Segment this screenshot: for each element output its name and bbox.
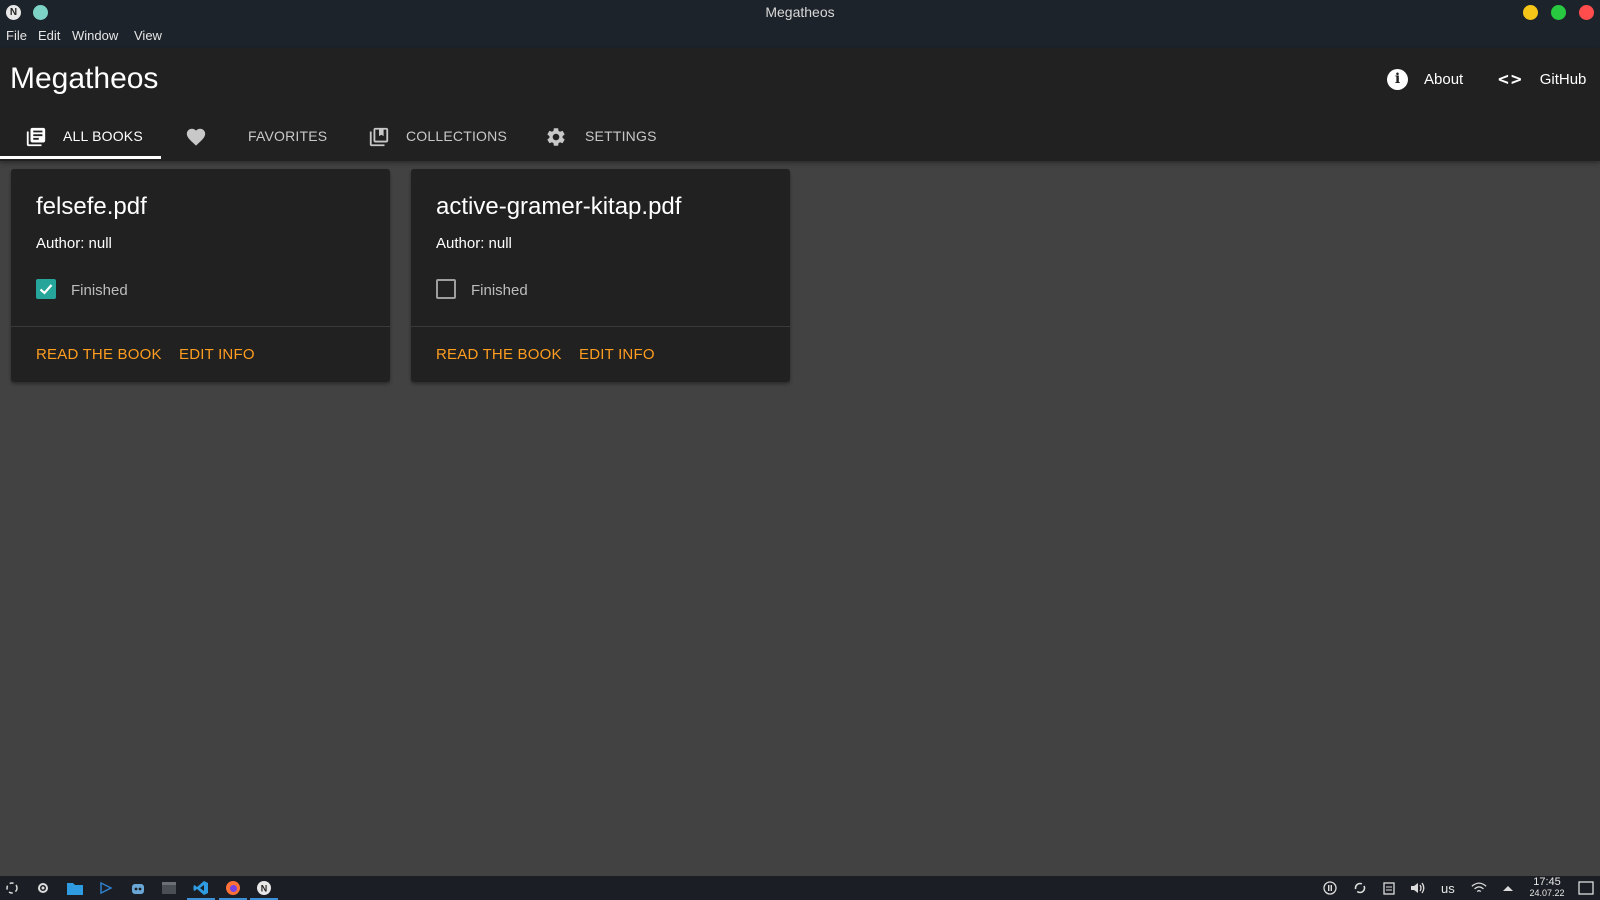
edit-info-button[interactable]: EDIT INFO	[179, 346, 255, 363]
tab-favorites-label: FAVORITES	[248, 128, 328, 144]
tab-settings-label: SETTINGS	[585, 128, 657, 144]
app-title: Megatheos	[10, 62, 159, 95]
menu-window[interactable]: Window	[72, 28, 118, 43]
edit-info-button[interactable]: EDIT INFO	[579, 346, 655, 363]
svg-text:N: N	[261, 884, 268, 894]
checkmark-icon	[39, 284, 53, 295]
clock-time: 17:45	[1533, 876, 1561, 888]
card-divider	[411, 326, 790, 327]
menu-view[interactable]: View	[134, 28, 162, 43]
about-label: About	[1424, 71, 1464, 88]
tab-all-books[interactable]: ALL BOOKS	[0, 114, 161, 161]
book-author: Author: null	[436, 235, 512, 252]
github-link[interactable]: <> GitHub	[1498, 69, 1586, 90]
card-divider	[11, 326, 390, 327]
system-taskbar: N us 17:45 24.07.22	[0, 876, 1600, 900]
finished-label: Finished	[471, 282, 528, 299]
firefox-icon[interactable]	[225, 880, 241, 896]
active-tab-indicator	[0, 156, 161, 159]
library-books-icon	[25, 126, 47, 153]
about-link[interactable]: i About	[1387, 69, 1463, 90]
clipboard-icon[interactable]	[1381, 880, 1397, 896]
keyboard-layout[interactable]: us	[1441, 881, 1455, 896]
system-clock[interactable]: 17:45 24.07.22	[1526, 876, 1568, 899]
discover-icon[interactable]	[98, 880, 114, 896]
finished-checkbox[interactable]	[436, 279, 456, 299]
book-title: active-gramer-kitap.pdf	[436, 193, 682, 220]
volume-icon[interactable]	[1410, 880, 1426, 896]
app-header: Megatheos i About <> GitHub ALL BOOKS FA…	[0, 48, 1600, 161]
menu-file[interactable]: File	[6, 28, 27, 43]
robot-app-icon[interactable]	[130, 880, 146, 896]
tab-collections-label: COLLECTIONS	[406, 128, 507, 144]
clock-date: 24.07.22	[1529, 888, 1565, 898]
pause-icon[interactable]	[1322, 880, 1338, 896]
book-card: felsefe.pdf Author: null Finished READ T…	[11, 169, 390, 382]
system-settings-icon[interactable]	[35, 880, 51, 896]
collections-icon	[368, 126, 390, 153]
finished-label: Finished	[71, 282, 128, 299]
file-manager-icon[interactable]	[67, 880, 83, 896]
window-titlebar: N Megatheos	[0, 0, 1600, 24]
vscode-icon[interactable]	[193, 880, 209, 896]
tab-favorites[interactable]: FAVORITES	[161, 114, 331, 161]
finished-checkbox[interactable]	[36, 279, 56, 299]
menu-edit[interactable]: Edit	[38, 28, 60, 43]
info-icon: i	[1387, 69, 1408, 90]
book-title: felsefe.pdf	[36, 193, 147, 220]
wifi-icon[interactable]	[1471, 880, 1487, 896]
book-card: active-gramer-kitap.pdf Author: null Fin…	[411, 169, 790, 382]
tab-collections[interactable]: COLLECTIONS	[344, 114, 514, 161]
app-launcher-icon[interactable]	[4, 880, 20, 896]
code-icon: <>	[1498, 69, 1524, 90]
tab-settings[interactable]: SETTINGS	[520, 114, 670, 161]
window-title: Megatheos	[765, 4, 835, 20]
chevron-up-icon[interactable]	[1500, 880, 1516, 896]
close-window-button[interactable]	[1579, 5, 1594, 20]
github-label: GitHub	[1539, 71, 1587, 88]
gear-icon	[545, 126, 567, 153]
show-desktop-icon[interactable]	[1578, 880, 1594, 896]
minimize-button[interactable]	[1523, 5, 1538, 20]
heart-icon	[185, 126, 207, 153]
sync-icon[interactable]	[1352, 880, 1368, 896]
tab-all-books-label: ALL BOOKS	[63, 128, 143, 144]
read-book-button[interactable]: READ THE BOOK	[36, 346, 162, 363]
book-author: Author: null	[36, 235, 112, 252]
megatheos-app-icon[interactable]: N	[256, 880, 272, 896]
read-book-button[interactable]: READ THE BOOK	[436, 346, 562, 363]
terminal-icon[interactable]	[161, 880, 177, 896]
menu-bar: File Edit Window View	[0, 24, 1600, 48]
maximize-button[interactable]	[1551, 5, 1566, 20]
